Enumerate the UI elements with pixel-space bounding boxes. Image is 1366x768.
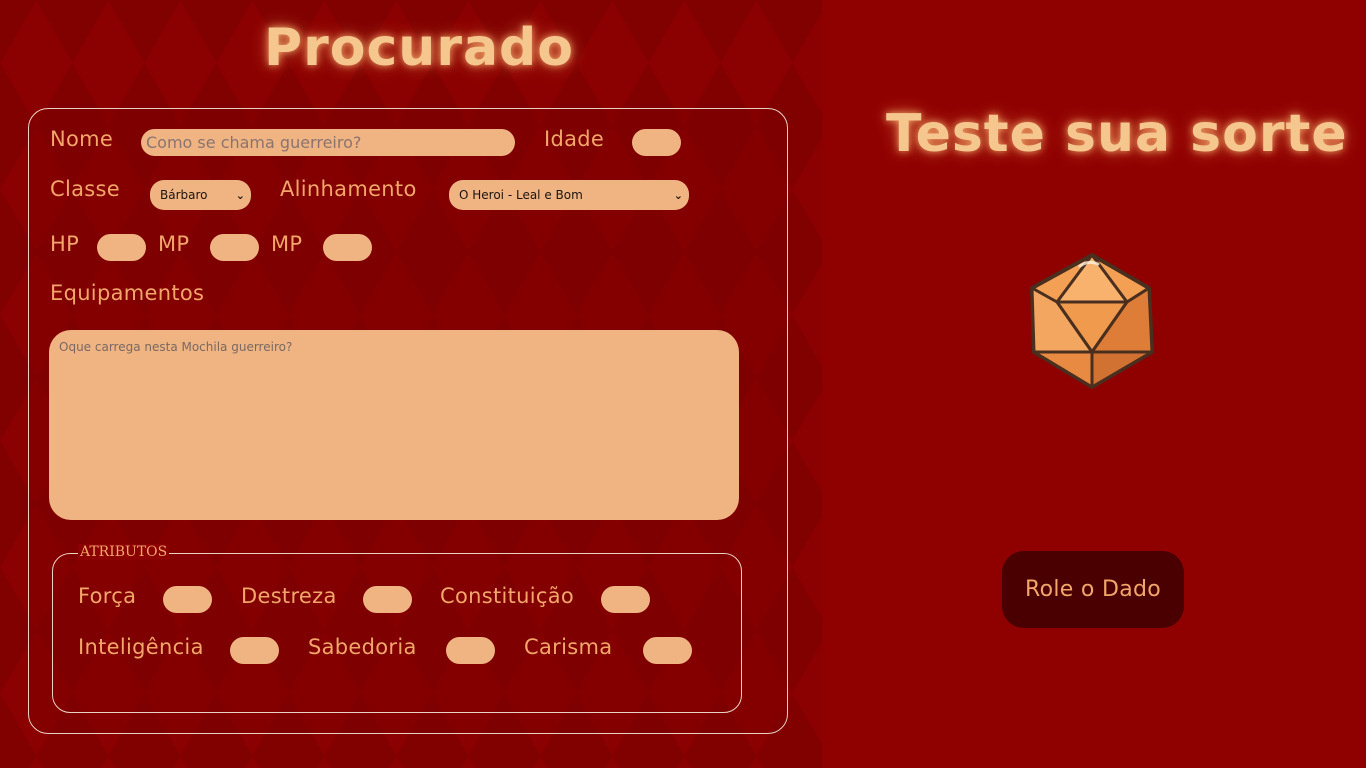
wisdom-label: Sabedoria xyxy=(308,635,417,659)
charisma-label: Carisma xyxy=(524,635,613,659)
page-title: Procurado xyxy=(264,18,575,78)
dexterity-input[interactable] xyxy=(363,586,412,613)
charisma-input[interactable] xyxy=(643,637,692,664)
intelligence-label: Inteligência xyxy=(78,635,204,659)
alignment-label: Alinhamento xyxy=(280,177,417,201)
dice-title: Teste sua sorte xyxy=(886,104,1348,164)
attributes-fieldset xyxy=(52,553,742,713)
chevron-down-icon: ⌄ xyxy=(673,188,683,202)
roll-dice-button[interactable]: Role o Dado xyxy=(1002,551,1184,628)
hp-input[interactable] xyxy=(97,234,146,261)
class-select[interactable]: Bárbaro ⌄ xyxy=(150,180,251,210)
age-input[interactable] xyxy=(632,129,681,156)
mp-input-1[interactable] xyxy=(210,234,259,261)
mp-input-2[interactable] xyxy=(323,234,372,261)
class-label: Classe xyxy=(50,177,120,201)
constitution-label: Constituição xyxy=(440,584,575,608)
dexterity-label: Destreza xyxy=(241,584,337,608)
alignment-select[interactable]: O Heroi - Leal e Bom ⌄ xyxy=(449,180,689,210)
class-select-value: Bárbaro xyxy=(160,188,208,202)
strength-input[interactable] xyxy=(163,586,212,613)
d20-icon[interactable] xyxy=(1028,252,1156,390)
mp-label-2: MP xyxy=(271,232,303,256)
equipment-textarea[interactable] xyxy=(49,330,739,520)
chevron-down-icon: ⌄ xyxy=(235,188,245,202)
alignment-select-value: O Heroi - Leal e Bom xyxy=(459,188,583,202)
constitution-input[interactable] xyxy=(601,586,650,613)
mp-label-1: MP xyxy=(158,232,190,256)
age-label: Idade xyxy=(544,127,605,151)
equipment-label: Equipamentos xyxy=(50,281,205,305)
hp-label: HP xyxy=(50,232,80,256)
attributes-legend: ATRIBUTOS xyxy=(78,544,170,560)
intelligence-input[interactable] xyxy=(230,637,279,664)
name-label: Nome xyxy=(50,127,114,151)
name-input[interactable] xyxy=(141,129,515,156)
wisdom-input[interactable] xyxy=(446,637,495,664)
strength-label: Força xyxy=(78,584,137,608)
